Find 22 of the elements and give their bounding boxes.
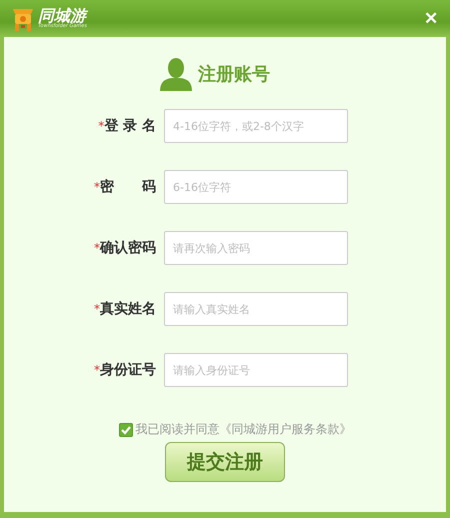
logo-text: 同城游 xyxy=(38,8,87,24)
agreement-text: 我已阅读并同意《同城游用户服务条款》 xyxy=(136,421,352,438)
required-mark: * xyxy=(94,302,100,316)
field-label: 密 码 xyxy=(100,178,156,196)
close-button[interactable]: ✕ xyxy=(422,8,440,29)
user-icon xyxy=(160,57,192,91)
required-mark: * xyxy=(94,363,100,377)
field-label: 登 录 名 xyxy=(104,117,156,135)
field-label: 身份证号 xyxy=(100,361,156,379)
required-mark: * xyxy=(98,119,104,133)
heading: 注册账号 xyxy=(198,63,270,86)
input-field[interactable]: 请输入真实姓名 xyxy=(164,292,348,326)
submit-button[interactable]: 提交注册 xyxy=(165,442,285,482)
input-field[interactable]: 请再次输入密码 xyxy=(164,231,348,265)
required-mark: * xyxy=(94,180,100,194)
checkbox[interactable] xyxy=(118,422,132,436)
field-label: 确认密码 xyxy=(100,239,156,257)
field-label: 真实姓名 xyxy=(100,300,156,318)
input-field[interactable]: 请输入身份证号 xyxy=(164,353,348,387)
required-mark: * xyxy=(94,241,100,255)
input-field[interactable]: 6-16位字符 xyxy=(164,170,348,204)
input-field[interactable]: 4-16位字符，或2-8个汉字 xyxy=(164,109,348,143)
